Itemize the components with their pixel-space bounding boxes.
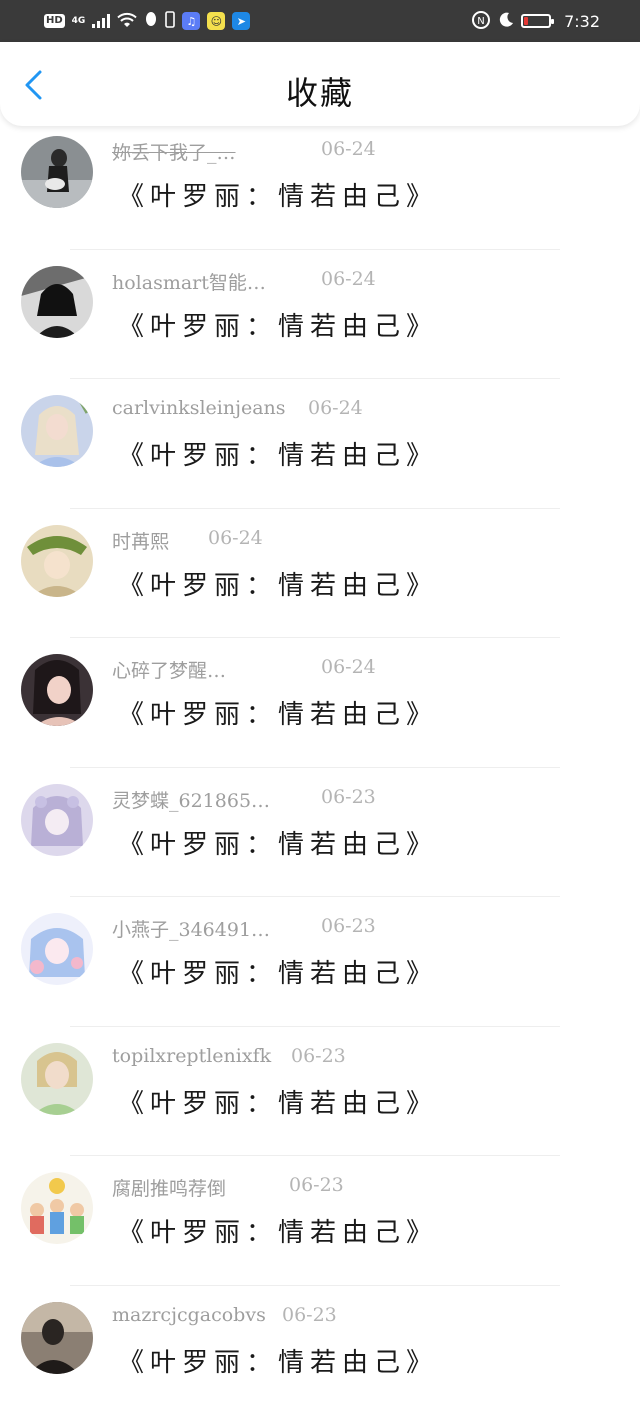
svg-text:N: N [477,16,484,27]
list-item[interactable]: 小燕子_346491… 06-23 《叶罗丽：情若由己》 [0,897,640,1027]
collection-title: 《叶罗丽：情若由己》 [118,694,438,731]
page-title: 收藏 [0,68,640,114]
avatar [21,654,93,726]
username: topilxreptlenixfk [112,1045,271,1067]
date: 06-24 [208,527,263,549]
date: 06-23 [289,1174,344,1196]
qq-icon [144,11,158,31]
date: 06-23 [321,786,376,808]
clock: 7:32 [564,12,600,31]
collection-title: 《叶罗丽：情若由己》 [118,1212,438,1249]
username: 小燕子_346491… [112,915,270,942]
network-type: 4G [72,17,86,26]
battery-icon [521,14,551,28]
list-item[interactable]: holasmart智能… 06-24 《叶罗丽：情若由己》 [0,250,640,380]
avatar [21,1043,93,1115]
list-item[interactable]: 灵梦蝶_621865… 06-23 《叶罗丽：情若由己》 [0,768,640,898]
date: 06-23 [291,1045,346,1067]
date: 06-23 [282,1304,337,1326]
emoji-app-icon: ☺ [207,12,225,30]
hd-badge: HD [44,14,65,28]
username: 时苒熙 [112,527,169,554]
date: 06-24 [308,397,363,419]
date: 06-24 [321,138,376,160]
header: 收藏 [0,42,640,126]
collection-title: 《叶罗丽：情若由己》 [118,435,438,472]
list-item[interactable]: topilxreptlenixfk 06-23 《叶罗丽：情若由己》 [0,1027,640,1157]
avatar [21,1172,93,1244]
username: carlvinksleinjeans [112,397,286,419]
collection-title: 《叶罗丽：情若由己》 [118,953,438,990]
avatar [21,266,93,338]
moon-icon [498,12,514,31]
date: 06-23 [321,915,376,937]
collection-title: 《叶罗丽：情若由己》 [118,176,438,213]
signal-icon [92,14,110,28]
avatar [21,784,93,856]
list-item[interactable]: 妳丢下我了_… 06-24 《叶罗丽：情若由己》 [0,120,640,250]
date: 06-24 [321,268,376,290]
maps-app-icon: ➤ [232,12,250,30]
avatar [21,395,93,467]
collection-title: 《叶罗丽：情若由己》 [118,1342,438,1379]
list-item[interactable]: carlvinksleinjeans 06-24 《叶罗丽：情若由己》 [0,379,640,509]
list-item[interactable]: mazrcjcgacobvs 06-23 《叶罗丽：情若由己》 [0,1286,640,1415]
date: 06-24 [321,656,376,678]
status-left: HD 4G ♫ ☺ ➤ [44,11,250,31]
avatar [21,1302,93,1374]
username: holasmart智能… [112,268,266,295]
avatar [21,525,93,597]
username: 心碎了梦醒… [112,656,226,683]
list-item[interactable]: 时苒熙 06-24 《叶罗丽：情若由己》 [0,509,640,639]
collection-title: 《叶罗丽：情若由己》 [118,824,438,861]
username: 妳丢下我了_… [112,138,236,165]
collection-title: 《叶罗丽：情若由己》 [118,1083,438,1120]
collection-title: 《叶罗丽：情若由己》 [118,565,438,602]
username: 腐剧推鸣荐倒 [112,1174,226,1201]
status-right: N 7:32 [471,10,600,33]
avatar [21,136,93,208]
nfc-icon: N [471,10,491,33]
phone-icon [165,11,175,31]
username: 灵梦蝶_621865… [112,786,270,813]
list-item[interactable]: 腐剧推鸣荐倒 06-23 《叶罗丽：情若由己》 [0,1156,640,1286]
username: mazrcjcgacobvs [112,1304,266,1326]
music-app-icon: ♫ [182,12,200,30]
collection-title: 《叶罗丽：情若由己》 [118,306,438,343]
list-item[interactable]: 心碎了梦醒… 06-24 《叶罗丽：情若由己》 [0,638,640,768]
battery-fill [524,17,528,25]
favorites-list: 妳丢下我了_… 06-24 《叶罗丽：情若由己》 holasmart智能… 06… [0,120,640,1415]
avatar [21,913,93,985]
status-bar: HD 4G ♫ ☺ ➤ N 7:32 [0,0,640,42]
wifi-icon [117,12,137,31]
